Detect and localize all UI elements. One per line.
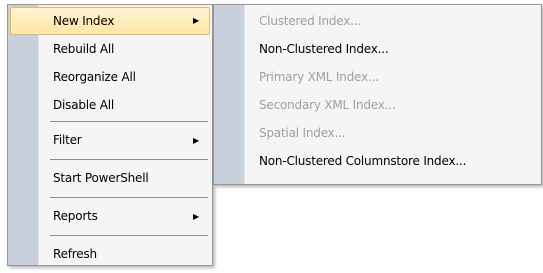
menu-item-label: Non-Clustered Columnstore Index... <box>259 154 467 168</box>
menu-item-label: Rebuild All <box>53 42 115 56</box>
menu-item-start-powershell[interactable]: Start PowerShell <box>10 162 210 195</box>
menu-item-reorganize-all[interactable]: Reorganize All <box>10 63 210 91</box>
menu-item-label: Reorganize All <box>53 70 136 84</box>
menu-separator <box>50 121 208 122</box>
submenu-arrow-icon: ▶ <box>193 212 199 221</box>
menu-item-label: Primary XML Index... <box>259 70 379 84</box>
context-menu: New Index ▶ Rebuild All Reorganize All D… <box>7 4 213 266</box>
menu-item-filter[interactable]: Filter ▶ <box>10 124 210 157</box>
submenu-item-secondary-xml-index[interactable]: Secondary XML Index... <box>216 91 539 119</box>
menu-item-label: Spatial Index... <box>259 126 346 140</box>
menu-item-rebuild-all[interactable]: Rebuild All <box>10 35 210 63</box>
menu-item-label: Filter <box>53 133 82 147</box>
menu-separator <box>50 197 208 198</box>
menu-item-label: Clustered Index... <box>259 14 362 28</box>
menu-item-label: Secondary XML Index... <box>259 98 396 112</box>
menu-item-refresh[interactable]: Refresh <box>10 238 210 271</box>
submenu-arrow-icon: ▶ <box>193 136 199 145</box>
menu-separator <box>50 235 208 236</box>
menu-item-label: New Index <box>53 14 115 28</box>
menu-item-label: Refresh <box>53 247 97 261</box>
submenu-arrow-icon: ▶ <box>193 16 199 25</box>
submenu-item-primary-xml-index[interactable]: Primary XML Index... <box>216 63 539 91</box>
menu-separator <box>50 159 208 160</box>
submenu-item-non-clustered-index[interactable]: Non-Clustered Index... <box>216 35 539 63</box>
menu-item-label: Non-Clustered Index... <box>259 42 389 56</box>
menu-item-disable-all[interactable]: Disable All <box>10 91 210 119</box>
submenu-item-spatial-index[interactable]: Spatial Index... <box>216 119 539 147</box>
menu-item-label: Start PowerShell <box>53 171 149 185</box>
menu-item-new-index[interactable]: New Index ▶ <box>10 7 210 35</box>
menu-item-reports[interactable]: Reports ▶ <box>10 200 210 233</box>
submenu-item-non-clustered-columnstore-index[interactable]: Non-Clustered Columnstore Index... <box>216 147 539 175</box>
new-index-submenu: Clustered Index... Non-Clustered Index..… <box>213 4 542 185</box>
menu-item-label: Reports <box>53 209 98 223</box>
menu-item-label: Disable All <box>53 98 115 112</box>
submenu-item-clustered-index[interactable]: Clustered Index... <box>216 7 539 35</box>
